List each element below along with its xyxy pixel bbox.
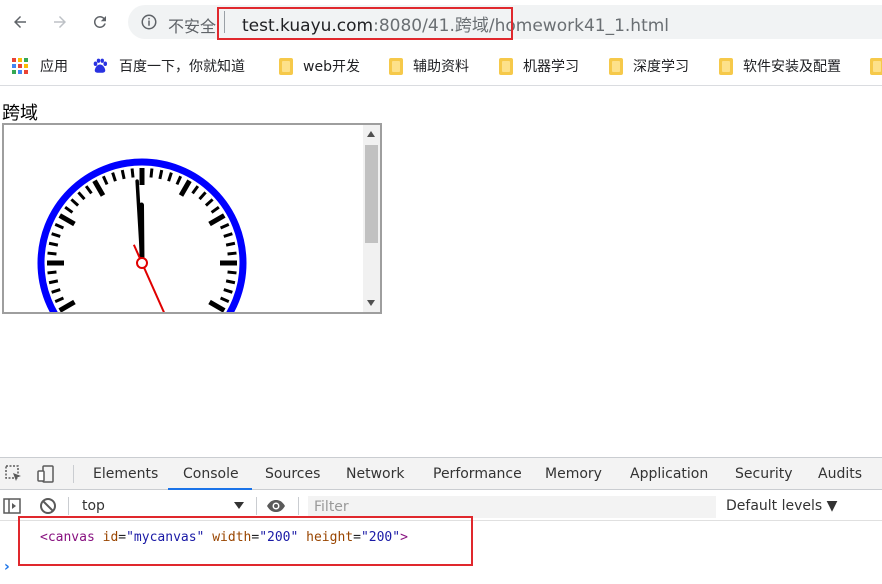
bookmark-baidu[interactable]: 百度一下，你就知道 — [91, 55, 245, 77]
bookmark-folder-dl[interactable]: 深度学习 — [609, 55, 689, 77]
folder-icon — [719, 58, 733, 75]
minute-tick — [160, 170, 162, 179]
bookmark-label: 机器学习 — [523, 56, 579, 76]
console-filter-input[interactable] — [308, 496, 716, 518]
reload-button[interactable] — [86, 8, 114, 36]
scroll-up-arrow-icon[interactable] — [367, 131, 375, 137]
bookmarks-bar: 应用 百度一下，你就知道 web开发 辅助资料 机器学习 深度学习 软件安装及配… — [0, 46, 882, 86]
minute-tick — [228, 272, 237, 273]
tab-sources[interactable]: Sources — [265, 458, 320, 490]
iframe-scrollbar[interactable] — [363, 125, 380, 312]
page-title: 跨域 — [2, 99, 38, 125]
tab-performance[interactable]: Performance — [433, 458, 522, 490]
analog-clock — [34, 153, 254, 314]
log-annotation-box — [18, 516, 473, 566]
bookmark-label: 应用 — [40, 56, 68, 76]
minute-tick — [151, 169, 152, 178]
clear-console-icon[interactable] — [38, 496, 58, 516]
folder-icon — [389, 58, 403, 75]
tab-network[interactable]: Network — [346, 458, 404, 490]
active-tab-indicator — [168, 488, 252, 490]
show-sidebar-icon[interactable] — [2, 496, 22, 516]
minute-tick — [226, 281, 235, 283]
toolbar-divider — [68, 497, 69, 515]
bookmark-folder-aux[interactable]: 辅助资料 — [389, 55, 469, 77]
embedded-iframe[interactable] — [2, 123, 382, 314]
minute-tick — [228, 253, 237, 254]
bookmark-folder-overflow[interactable] — [870, 55, 882, 77]
url-annotation-box — [217, 7, 513, 40]
bookmark-label: 辅助资料 — [413, 56, 469, 76]
folder-icon — [870, 58, 882, 75]
minute-tick — [48, 272, 57, 273]
device-toolbar-icon[interactable] — [36, 464, 56, 484]
back-button[interactable] — [6, 8, 34, 36]
scroll-down-arrow-icon[interactable] — [367, 300, 375, 306]
tab-memory[interactable]: Memory — [545, 458, 602, 490]
bookmark-label: 软件安装及配置 — [743, 56, 841, 76]
forward-arrow-icon — [51, 13, 69, 31]
live-expression-eye-icon[interactable] — [266, 496, 286, 516]
browser-toolbar: 不安全 test.kuayu.com:8080/41.跨域/homework41… — [0, 0, 882, 46]
bookmark-folder-ml[interactable]: 机器学习 — [499, 55, 579, 77]
security-status-label: 不安全 — [168, 13, 216, 37]
tab-elements[interactable]: Elements — [93, 458, 158, 490]
tab-console[interactable]: Console — [183, 458, 239, 490]
reload-icon — [91, 13, 109, 31]
minute-tick — [132, 169, 133, 178]
folder-icon — [499, 58, 513, 75]
bookmark-label: 百度一下，你就知道 — [119, 56, 245, 76]
dropdown-arrow-icon — [234, 502, 244, 509]
bookmark-apps[interactable]: 应用 — [12, 55, 68, 77]
context-selector[interactable]: top — [72, 495, 252, 517]
apps-grid-icon — [12, 58, 28, 74]
tab-audits[interactable]: Audits — [818, 458, 862, 490]
tab-application[interactable]: Application — [630, 458, 708, 490]
toolbar-divider — [298, 497, 299, 515]
clock-center-pin — [137, 258, 147, 268]
minute-tick — [49, 243, 58, 245]
toolbar-divider — [73, 465, 74, 483]
console-prompt[interactable]: › — [4, 559, 10, 575]
context-value: top — [82, 498, 105, 514]
scroll-thumb[interactable] — [365, 145, 378, 243]
bookmark-label: web开发 — [303, 56, 360, 76]
forward-button[interactable] — [46, 8, 74, 36]
back-arrow-icon — [11, 13, 29, 31]
log-levels-dropdown[interactable]: Default levels ▼ — [726, 495, 837, 517]
minute-tick — [122, 170, 124, 179]
tab-security[interactable]: Security — [735, 458, 793, 490]
inspect-element-icon[interactable] — [4, 464, 24, 484]
bookmark-label: 深度学习 — [633, 56, 689, 76]
minute-tick — [49, 281, 58, 283]
folder-icon — [279, 58, 293, 75]
minute-tick — [226, 243, 235, 245]
minute-tick — [48, 253, 57, 254]
console-output: <canvas id="mycanvas" width="200" height… — [0, 521, 882, 584]
baidu-paw-icon — [91, 57, 109, 75]
bookmark-folder-web[interactable]: web开发 — [279, 55, 360, 77]
devtools-tab-bar: Elements Console Sources Network Perform… — [0, 458, 882, 490]
folder-icon — [609, 58, 623, 75]
info-icon[interactable] — [140, 13, 158, 31]
toolbar-divider — [256, 497, 257, 515]
bookmark-folder-software[interactable]: 软件安装及配置 — [719, 55, 841, 77]
devtools-panel: Elements Console Sources Network Perform… — [0, 457, 882, 583]
